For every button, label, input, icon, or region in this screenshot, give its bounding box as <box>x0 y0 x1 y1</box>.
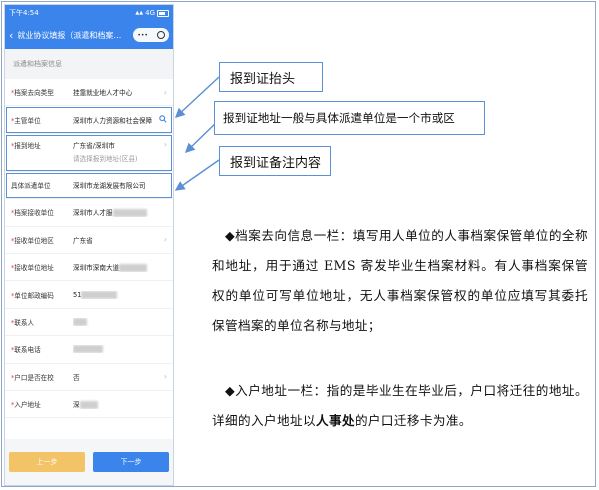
household-text-suffix: 的户口迁移卡为准。 <box>354 413 472 428</box>
household-text-bold: 人事处 <box>315 413 355 428</box>
callout-remark: 报到证备注内容 <box>219 146 331 176</box>
callout-address: 报到证地址一般与具体派遣单位是一个市或区 <box>214 101 485 135</box>
arrow-remark <box>174 159 220 191</box>
arrow-header <box>174 76 220 118</box>
archive-explanation: ◆档案去向信息一栏：填写用人单位的人事档案保管单位的全称和地址，用于通过 EMS… <box>212 228 588 333</box>
callout-header: 报到证抬头 <box>219 62 323 92</box>
household-explanation: ◆入户地址一栏：指的是毕业生在毕业后，户口将迁往的地址。详细的入户地址以人事处的… <box>212 376 588 436</box>
